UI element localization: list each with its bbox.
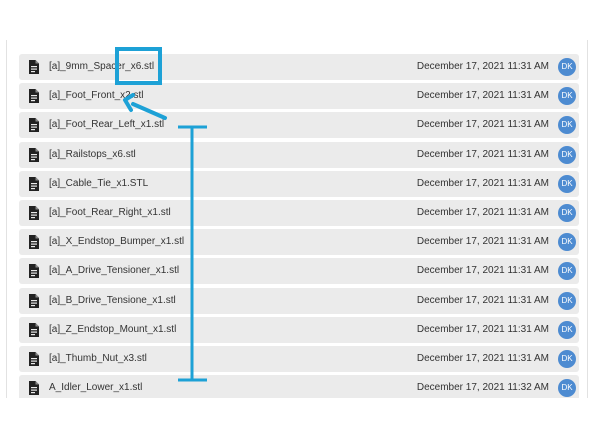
user-avatar[interactable]: DK <box>558 291 576 310</box>
document-icon <box>29 176 39 191</box>
user-avatar[interactable]: DK <box>558 116 576 135</box>
document-icon <box>29 293 39 308</box>
file-name[interactable]: [a]_X_Endstop_Bumper_x1.stl <box>49 229 184 255</box>
file-date: December 17, 2021 11:31 AM <box>416 353 549 364</box>
document-icon <box>29 89 39 104</box>
file-name[interactable]: [a]_Railstops_x6.stl <box>49 142 136 168</box>
file-name[interactable]: [a]_Z_Endstop_Mount_x1.stl <box>49 317 176 343</box>
file-name[interactable]: [a]_Cable_Tie_x1.STL <box>49 171 148 197</box>
document-icon <box>29 60 39 74</box>
user-avatar[interactable]: DK <box>558 145 576 164</box>
file-date: December 17, 2021 11:31 AM <box>416 207 549 218</box>
file-date: December 17, 2021 11:31 AM <box>416 90 549 102</box>
file-date: December 17, 2021 11:31 AM <box>416 119 549 131</box>
file-row[interactable]: [a]_Foot_Front_x2.stl December 17, 2021 1… <box>19 83 579 110</box>
file-row[interactable]: [a]_Thumb_Nut_x3.stl December 17, 2021 11… <box>19 346 579 372</box>
file-row[interactable]: [a]_Foot_Rear_Right_x1.stl December 17, 2… <box>19 200 579 226</box>
document-icon <box>29 235 39 250</box>
document-icon <box>29 206 39 220</box>
file-name[interactable]: [a]_Foot_Front_x2.stl <box>49 83 144 109</box>
file-date: December 17, 2021 11:31 AM <box>416 236 549 248</box>
document-icon <box>29 381 39 396</box>
file-name[interactable]: A_Idler_Lower_x1.stl <box>49 375 142 398</box>
file-name[interactable]: [a]_Thumb_Nut_x3.stl <box>49 346 147 372</box>
user-avatar[interactable]: DK <box>558 58 576 76</box>
document-icon <box>29 147 39 162</box>
file-row[interactable]: [a]_9mm_Spacer_x6.stl December 17, 2021 1… <box>19 54 579 80</box>
user-avatar[interactable]: DK <box>558 204 576 222</box>
user-avatar[interactable]: DK <box>558 262 576 281</box>
file-row[interactable]: [a]_Z_Endstop_Mount_x1.stl December 17, 2… <box>19 316 579 343</box>
document-icon <box>29 264 39 279</box>
document-icon <box>29 322 39 337</box>
file-name[interactable]: [a]_B_Drive_Tensione_x1.stl <box>49 288 176 314</box>
file-date: December 17, 2021 11:31 AM <box>416 148 549 160</box>
file-row[interactable]: A_Idler_Lower_x1.stl December 17, 2021 11… <box>19 375 579 398</box>
file-date: December 17, 2021 11:31 AM <box>416 177 549 189</box>
user-avatar[interactable]: DK <box>558 379 576 398</box>
file-name[interactable]: [a]_Foot_Rear_Left_x1.stl <box>49 112 164 138</box>
file-row[interactable]: [a]_Cable_Tie_x1.STL December 17, 2021 11… <box>19 170 579 197</box>
file-date: December 17, 2021 11:31 AM <box>416 294 549 306</box>
document-icon <box>29 352 39 366</box>
document-icon <box>29 118 39 133</box>
user-avatar[interactable]: DK <box>558 350 576 368</box>
user-avatar[interactable]: DK <box>558 233 576 252</box>
file-date: December 17, 2021 11:32 AM <box>416 382 549 394</box>
user-avatar[interactable]: DK <box>558 87 576 106</box>
file-name[interactable]: [a]_9mm_Spacer_x6.stl <box>49 54 154 80</box>
file-date: December 17, 2021 11:31 AM <box>416 323 549 335</box>
file-date: December 17, 2021 11:31 AM <box>416 61 549 72</box>
file-row[interactable]: [a]_Railstops_x6.stl December 17, 2021 11… <box>19 141 579 168</box>
file-date: December 17, 2021 11:31 AM <box>416 265 549 277</box>
file-row[interactable]: [a]_X_Endstop_Bumper_x1.stl December 17, … <box>19 229 579 256</box>
file-name[interactable]: [a]_Foot_Rear_Right_x1.stl <box>49 200 171 226</box>
file-row[interactable]: [a]_A_Drive_Tensioner_x1.stl December 17,… <box>19 258 579 285</box>
file-row[interactable]: [a]_Foot_Rear_Left_x1.stl December 17, 20… <box>19 112 579 139</box>
file-name[interactable]: [a]_A_Drive_Tensioner_x1.stl <box>49 258 179 284</box>
file-row[interactable]: [a]_B_Drive_Tensione_x1.stl December 17, … <box>19 287 579 314</box>
user-avatar[interactable]: DK <box>558 174 576 193</box>
file-list-panel: [a]_9mm_Spacer_x6.stl December 17, 2021 1… <box>6 40 588 398</box>
user-avatar[interactable]: DK <box>558 320 576 339</box>
